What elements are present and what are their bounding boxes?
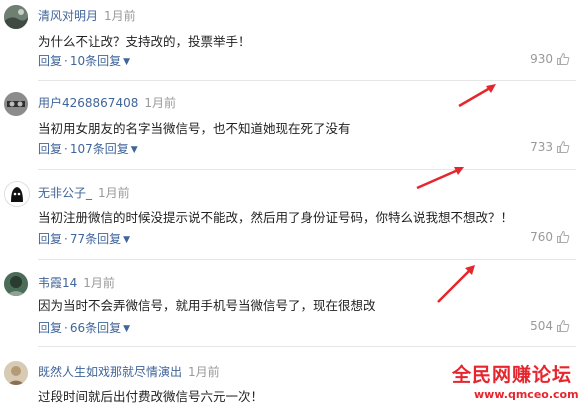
- like-button[interactable]: 760: [530, 230, 570, 244]
- comment-text: 过段时间就后出付费改微信号六元一次！: [38, 389, 264, 404]
- like-button[interactable]: 930: [530, 52, 570, 66]
- reply-count[interactable]: 77条回复: [70, 232, 121, 246]
- comment-text: 当初用女朋友的名字当微信号，也不知道她现在死了没有: [38, 121, 351, 136]
- reply-label[interactable]: 回复: [38, 54, 62, 68]
- avatar[interactable]: [4, 5, 28, 29]
- reply-count[interactable]: 107条回复: [70, 142, 129, 156]
- red-arrow-icon: [437, 265, 475, 303]
- reply-button[interactable]: 回复 · 77条回复 ▼: [38, 230, 130, 247]
- divider: [38, 346, 576, 347]
- comment-text: 为什么不让改？支持改的，投票举手！: [38, 34, 251, 49]
- avatar[interactable]: [4, 272, 28, 296]
- reply-label[interactable]: 回复: [38, 232, 62, 246]
- username-text[interactable]: 韦霞14: [38, 276, 77, 290]
- separator-dot: ·: [64, 232, 68, 246]
- reply-button[interactable]: 回复 · 10条回复 ▼: [38, 52, 130, 69]
- comment-username[interactable]: 清风对明月 1月前: [38, 7, 136, 24]
- separator-dot: ·: [64, 54, 68, 68]
- comment-item: 韦霞14 1月前 因为当时不会弄微信号，就用手机号当微信号了，现在很想改 回复 · 6…: [0, 262, 584, 350]
- username-text[interactable]: 既然人生如戏那就尽情演出: [38, 365, 182, 379]
- thumb-up-icon[interactable]: [556, 319, 570, 333]
- like-button[interactable]: 733: [530, 140, 570, 154]
- chevron-down-icon[interactable]: ▼: [123, 57, 130, 67]
- like-count: 733: [530, 140, 553, 154]
- comment-time: 1月前: [104, 9, 136, 23]
- like-button[interactable]: 504: [530, 319, 570, 333]
- comment-username[interactable]: 无非公子_ 1月前: [38, 184, 130, 201]
- red-arrow-icon: [416, 167, 464, 190]
- like-count: 930: [530, 52, 553, 66]
- username-text[interactable]: 清风对明月: [38, 9, 98, 23]
- avatar[interactable]: [4, 361, 28, 385]
- red-arrow-icon: [458, 84, 496, 108]
- chevron-down-icon[interactable]: ▼: [123, 324, 130, 334]
- divider: [38, 80, 576, 81]
- watermark-title: 全民网赚论坛: [452, 364, 573, 386]
- comment-time: 1月前: [98, 186, 130, 200]
- separator-dot: ·: [64, 321, 68, 335]
- reply-count[interactable]: 66条回复: [70, 321, 121, 335]
- reply-button[interactable]: 回复 · 66条回复 ▼: [38, 319, 130, 336]
- comment-username[interactable]: 用户4268867408 1月前: [38, 94, 176, 111]
- divider: [38, 259, 576, 260]
- reply-count[interactable]: 10条回复: [70, 54, 121, 68]
- comment-text: 当初注册微信的时候没提示说不能改，然后用了身份证号码，你特么说我想不想改？！: [38, 210, 514, 225]
- comment-item: 无非公子_ 1月前 当初注册微信的时候没提示说不能改，然后用了身份证号码，你特么说…: [0, 172, 584, 262]
- like-count: 504: [530, 319, 553, 333]
- comment-text: 因为当时不会弄微信号，就用手机号当微信号了，现在很想改: [38, 298, 376, 313]
- thumb-up-icon[interactable]: [556, 52, 570, 66]
- avatar[interactable]: [4, 92, 28, 116]
- comment-time: 1月前: [144, 96, 176, 110]
- avatar[interactable]: [4, 181, 30, 207]
- thumb-up-icon[interactable]: [556, 230, 570, 244]
- reply-label[interactable]: 回复: [38, 321, 62, 335]
- thumb-up-icon[interactable]: [556, 140, 570, 154]
- comment-username[interactable]: 既然人生如戏那就尽情演出 1月前: [38, 363, 220, 380]
- comment-time: 1月前: [188, 365, 220, 379]
- chevron-down-icon[interactable]: ▼: [131, 145, 138, 155]
- username-text[interactable]: 用户4268867408: [38, 96, 138, 110]
- divider: [38, 169, 576, 170]
- watermark-url: www.qmceo.com: [474, 388, 579, 401]
- separator-dot: ·: [64, 142, 68, 156]
- comment-time: 1月前: [83, 276, 115, 290]
- comment-username[interactable]: 韦霞14 1月前: [38, 274, 115, 291]
- chevron-down-icon[interactable]: ▼: [123, 235, 130, 245]
- reply-button[interactable]: 回复 · 107条回复 ▼: [38, 140, 138, 157]
- reply-label[interactable]: 回复: [38, 142, 62, 156]
- like-count: 760: [530, 230, 553, 244]
- comment-item: 清风对明月 1月前 为什么不让改？支持改的，投票举手！ 回复 · 10条回复 ▼ 930: [0, 0, 584, 82]
- username-text[interactable]: 无非公子_: [38, 186, 92, 200]
